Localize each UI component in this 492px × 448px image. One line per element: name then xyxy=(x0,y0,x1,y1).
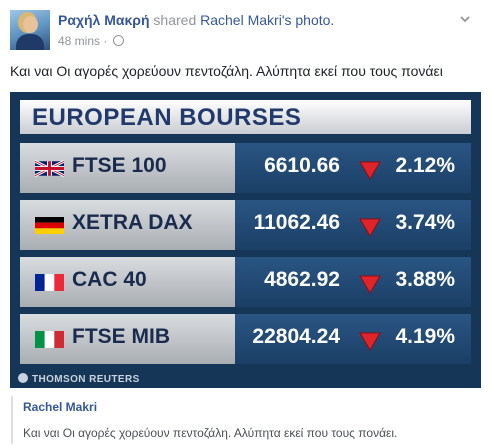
post-meta: 48 mins · xyxy=(58,34,124,48)
down-arrow-icon xyxy=(359,218,381,237)
shared-photo[interactable]: EUROPEAN BOURSES FTSE 100 6610.66 2.12% … xyxy=(10,92,481,388)
reuters-watermark: THOMSON REUTERS xyxy=(18,373,140,385)
watermark-text: THOMSON REUTERS xyxy=(32,374,140,385)
uk-flag-icon xyxy=(35,160,64,177)
index-name: XETRA DAX xyxy=(72,211,193,234)
italy-flag-icon xyxy=(35,331,64,348)
photo-title: EUROPEAN BOURSES xyxy=(32,104,302,131)
index-value: 6610.66 xyxy=(264,154,340,177)
down-arrow-icon xyxy=(359,275,381,294)
meta-separator: · xyxy=(103,34,108,48)
index-row: CAC 40 4862.92 3.88% xyxy=(20,257,471,307)
quote-author-link[interactable]: Rachel Makri xyxy=(23,400,97,414)
author-link[interactable]: Ραχήλ Μακρή xyxy=(58,12,150,28)
index-change: 3.88% xyxy=(395,268,455,291)
index-name: CAC 40 xyxy=(72,268,147,291)
index-change: 3.74% xyxy=(395,211,455,234)
post-header: Ραχήλ Μακρή shared Rachel Makri's photo.… xyxy=(10,10,480,55)
shared-source-link[interactable]: Rachel Makri's photo. xyxy=(200,12,334,28)
index-change: 2.12% xyxy=(395,154,455,177)
index-name: FTSE 100 xyxy=(72,154,167,177)
timestamp[interactable]: 48 mins xyxy=(58,34,100,48)
index-row: FTSE 100 6610.66 2.12% xyxy=(20,143,471,193)
photo-title-bar: EUROPEAN BOURSES xyxy=(20,100,471,134)
index-value: 22804.24 xyxy=(252,325,340,348)
globe-icon[interactable] xyxy=(112,35,124,46)
post-text: Και ναι Οι αγορές χορεύουν πεντοζάλη. Αλ… xyxy=(10,63,443,79)
index-change: 4.19% xyxy=(395,325,455,348)
avatar[interactable] xyxy=(10,10,50,50)
index-row: XETRA DAX 11062.46 3.74% xyxy=(20,200,471,250)
index-value: 11062.46 xyxy=(253,211,340,234)
shared-label: shared xyxy=(153,12,197,28)
germany-flag-icon xyxy=(35,217,64,234)
post-byline: Ραχήλ Μακρή shared Rachel Makri's photo. xyxy=(58,12,334,28)
down-arrow-icon xyxy=(359,332,381,351)
quoted-post: Rachel Makri Και ναι Οι αγορές χορεύουν … xyxy=(11,396,483,444)
down-arrow-icon xyxy=(359,161,381,180)
reuters-logo-icon xyxy=(18,373,28,383)
france-flag-icon xyxy=(35,274,64,291)
index-name: FTSE MIB xyxy=(72,325,170,348)
quote-text: Και ναι Οι αγορές χορεύουν πεντοζάλη. Αλ… xyxy=(23,426,398,440)
chevron-down-icon[interactable] xyxy=(458,12,472,26)
index-value: 4862.92 xyxy=(264,268,340,291)
index-row: FTSE MIB 22804.24 4.19% xyxy=(20,314,471,364)
